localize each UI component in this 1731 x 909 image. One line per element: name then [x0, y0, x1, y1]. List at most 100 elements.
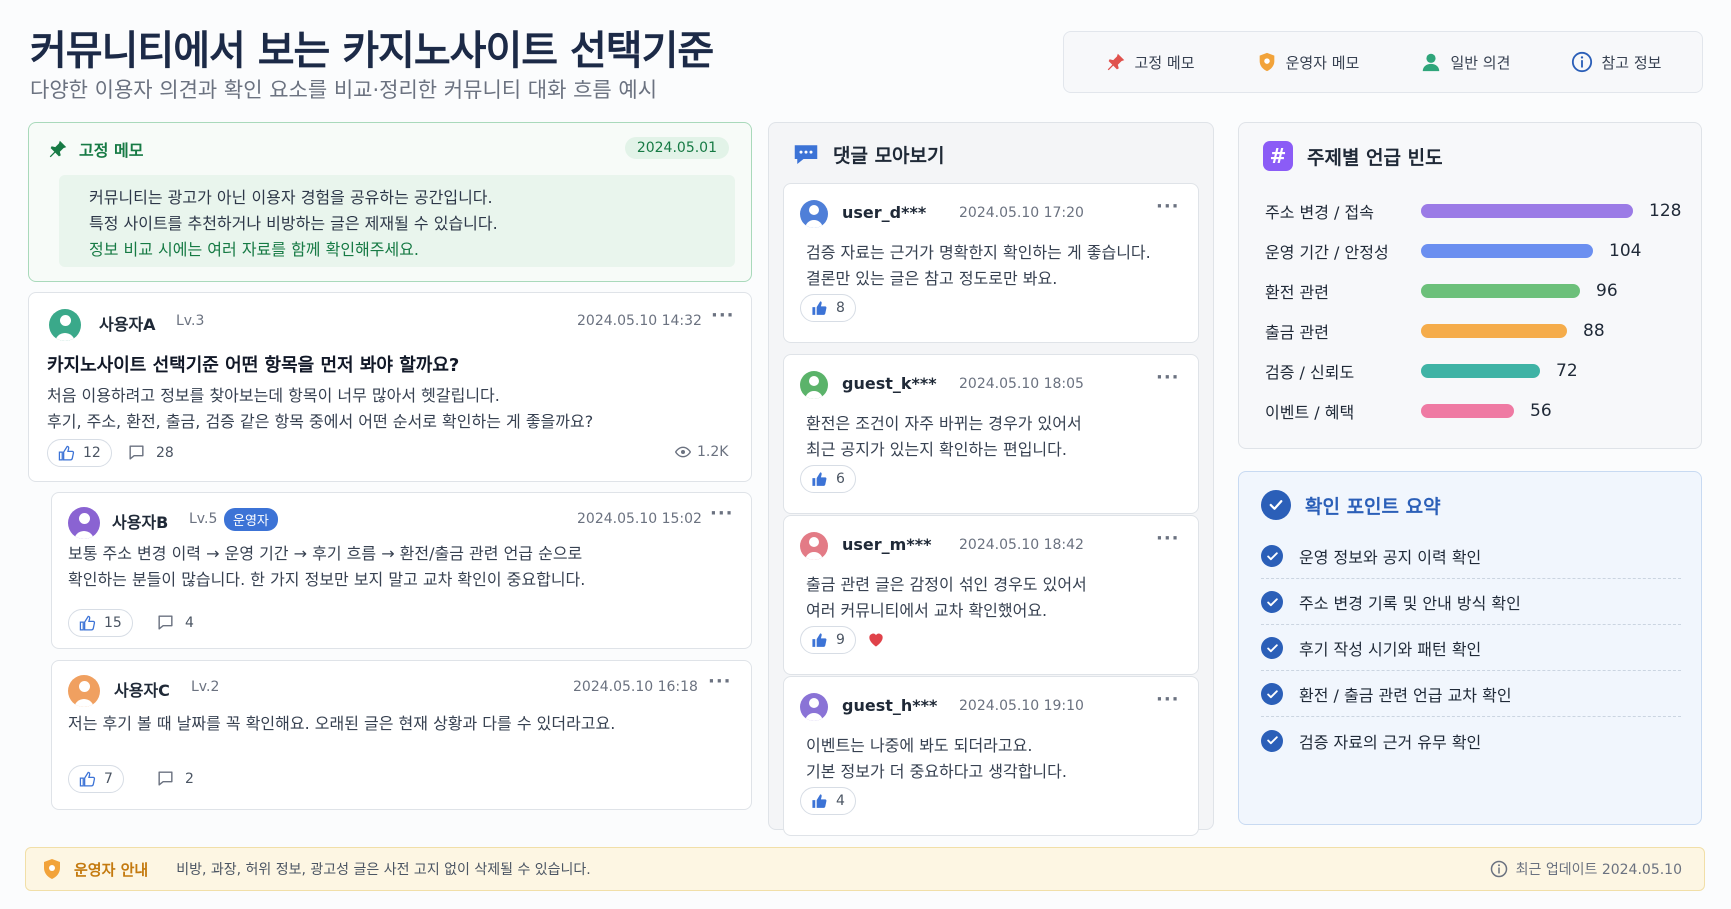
like-count: 4: [836, 793, 845, 809]
reply-time: 2024.05.10 15:02: [577, 511, 702, 527]
checkpoint-text: 운영 정보와 공지 이력 확인: [1299, 548, 1482, 567]
shield-icon: [1259, 52, 1274, 72]
operator-notice-title: 운영자 안내: [74, 860, 149, 879]
like-button[interactable]: 4: [800, 787, 856, 815]
frequency-value: 104: [1609, 241, 1642, 261]
avatar: [68, 675, 100, 707]
check-circle-icon: [1261, 637, 1283, 659]
like-count: 15: [104, 615, 122, 631]
comments-panel-header: 댓글 모아보기: [791, 139, 945, 169]
frequency-bar: [1421, 284, 1580, 298]
post-level: Lv.3: [176, 313, 205, 329]
frequency-label: 운영 기간 / 안정성: [1265, 243, 1389, 262]
comment-time: 2024.05.10 18:05: [959, 376, 1084, 392]
eye-icon: [675, 446, 691, 458]
like-button[interactable]: 7: [68, 765, 124, 793]
frequency-panel: # 주제별 언급 빈도 주소 변경 / 접속 128 운영 기간 / 안정성 104 환…: [1238, 122, 1702, 449]
pin-icon: [49, 140, 67, 158]
post-body-line: 처음 이용하려고 정보를 찾아보는데 항목이 너무 많아서 헷갈립니다.: [47, 386, 500, 405]
frequency-label: 출금 관련: [1265, 323, 1329, 342]
comment-card: guest_k*** 2024.05.10 18:05 ··· 환전은 조건이 자주 …: [783, 354, 1199, 514]
checkpoint-item: 주소 변경 기록 및 안내 방식 확인: [1261, 580, 1681, 625]
reply-username[interactable]: 사용자C: [114, 677, 170, 701]
comment-username[interactable]: guest_k***: [842, 374, 937, 393]
operator-notice-bar: 운영자 안내 비방, 과장, 허위 정보, 광고성 글은 사전 고지 없이 삭제…: [25, 847, 1705, 891]
avatar: [800, 200, 828, 228]
operator-badge: 운영자: [224, 508, 278, 531]
comment-count-button[interactable]: 4: [156, 613, 194, 632]
reply-body-line: 보통 주소 변경 이력 → 운영 기간 → 후기 흐름 → 환전/출금 관련 언…: [68, 544, 583, 563]
like-button[interactable]: 15: [68, 609, 133, 637]
more-options-icon[interactable]: ···: [1156, 689, 1180, 710]
more-options-icon[interactable]: ···: [710, 503, 734, 524]
chat-bubble-icon: [794, 145, 818, 164]
reply-level: Lv.5: [189, 511, 218, 527]
frequency-value: 88: [1583, 321, 1605, 341]
more-options-icon[interactable]: ···: [711, 305, 735, 326]
reply-level: Lv.2: [191, 679, 220, 695]
comment-count: 28: [156, 444, 174, 461]
comment-username[interactable]: user_d***: [842, 203, 926, 222]
comments-panel-title: 댓글 모아보기: [833, 144, 945, 167]
comment-body-line: 이벤트는 나중에 봐도 되더라고요.: [806, 736, 1033, 755]
thumbs-up-icon: [79, 771, 96, 787]
reply-username[interactable]: 사용자B: [112, 509, 168, 533]
like-button[interactable]: 9: [800, 626, 856, 654]
comments-panel: 댓글 모아보기 user_d*** 2024.05.10 17:20 ··· 검증 자…: [768, 122, 1214, 836]
more-options-icon[interactable]: ···: [1156, 367, 1180, 388]
post-title[interactable]: 카지노사이트 선택기준 어떤 항목을 먼저 봐야 할까요?: [47, 351, 459, 377]
frequency-label: 주소 변경 / 접속: [1265, 203, 1374, 222]
reply-time: 2024.05.10 16:18: [573, 679, 698, 695]
checkpoint-text: 주소 변경 기록 및 안내 방식 확인: [1299, 594, 1521, 613]
comment-time: 2024.05.10 18:42: [959, 537, 1084, 553]
comment-username[interactable]: guest_h***: [842, 696, 937, 715]
thumbs-up-icon: [812, 793, 827, 808]
legend-pinned: 고정 메모: [1105, 51, 1195, 73]
comment-count: 4: [185, 614, 194, 631]
info-icon: [1572, 51, 1593, 73]
avatar: [800, 371, 828, 399]
comment-icon: [158, 615, 173, 630]
comment-time: 2024.05.10 17:20: [959, 205, 1084, 221]
like-count: 8: [836, 300, 845, 316]
avatar: [800, 532, 828, 560]
comment-count-button[interactable]: 2: [156, 769, 194, 788]
comment-body-line: 여러 커뮤니티에서 교차 확인했어요.: [806, 601, 1048, 620]
more-options-icon[interactable]: ···: [1156, 196, 1180, 217]
checkpoint-text: 검증 자료의 근거 유무 확인: [1299, 732, 1482, 752]
page-subtitle: 다양한 이용자 의견과 확인 요소를 비교·정리한 커뮤니티 대화 흐름 예시: [30, 78, 658, 102]
like-button[interactable]: 8: [800, 294, 856, 322]
legend-bar: 고정 메모 운영자 메모 일반 의견 참고 정보: [1063, 31, 1703, 93]
more-options-icon[interactable]: ···: [708, 671, 732, 692]
avatar: [68, 507, 100, 539]
more-options-icon[interactable]: ···: [1156, 528, 1180, 549]
checkpoint-item: 후기 작성 시기와 패턴 확인: [1261, 626, 1681, 671]
comment-count-button[interactable]: 28: [127, 443, 174, 462]
pinned-content: 커뮤니티는 광고가 아닌 이용자 경험을 공유하는 공간입니다. 특정 사이트를…: [59, 175, 735, 267]
checkpoint-panel: 확인 포인트 요약 운영 정보와 공지 이력 확인주소 변경 기록 및 안내 방…: [1238, 471, 1702, 825]
comment-body-line: 출금 관련 글은 감정이 섞인 경우도 있어서: [806, 575, 1087, 594]
check-circle-icon: [1261, 591, 1283, 613]
user-icon: [1423, 53, 1440, 72]
last-updated: 최근 업데이트 2024.05.10: [1490, 859, 1682, 879]
reply-body-line: 확인하는 분들이 많습니다. 한 가지 정보만 보지 말고 교차 확인이 중요합…: [68, 570, 586, 589]
comment-card: guest_h*** 2024.05.10 19:10 ··· 이벤트는 나중에 봐도…: [783, 676, 1199, 836]
info-icon: [1490, 860, 1507, 878]
checkpoint-header: 확인 포인트 요약: [1261, 490, 1441, 520]
frequency-value: 72: [1556, 361, 1578, 381]
comment-username[interactable]: user_m***: [842, 535, 931, 554]
heart-icon[interactable]: [866, 629, 886, 649]
main-post: 사용자A Lv.3 2024.05.10 14:32 ··· 카지노사이트 선택…: [28, 292, 752, 482]
view-count: 1.2K: [675, 444, 728, 460]
like-count: 9: [836, 632, 845, 648]
operator-notice-text: 비방, 과장, 허위 정보, 광고성 글은 사전 고지 없이 삭제될 수 있습니…: [176, 862, 591, 878]
checkpoint-text: 환전 / 출금 관련 언급 교차 확인: [1299, 686, 1512, 705]
post-username[interactable]: 사용자A: [99, 311, 156, 335]
frequency-title: 주제별 언급 빈도: [1307, 146, 1443, 169]
shield-icon: [44, 859, 60, 879]
comment-body-line: 검증 자료는 근거가 명확한지 확인하는 게 좋습니다.: [806, 243, 1151, 262]
frequency-bar: [1421, 324, 1567, 338]
like-button[interactable]: 12: [47, 439, 112, 467]
like-button[interactable]: 6: [800, 465, 856, 493]
frequency-row: 주소 변경 / 접속 128: [1265, 199, 1681, 223]
